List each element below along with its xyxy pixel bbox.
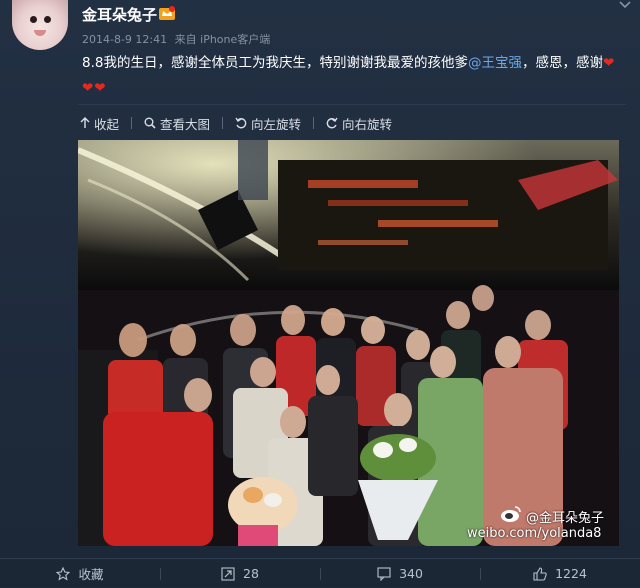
chevron-down-icon[interactable] [618,0,632,10]
favorite-label: 收藏 [78,567,104,582]
forward-button[interactable]: 28 [160,559,320,588]
comment-button[interactable]: 340 [320,559,480,588]
toolbar-separator [313,117,315,129]
image-toolbar: 收起 查看大图 向左旋转 向右旋转 [80,113,404,133]
mention-link[interactable]: @王宝强 [468,55,522,71]
source-prefix: 来自 [174,33,197,46]
birthday-group-photo [78,140,619,546]
rotate-left-button[interactable]: 向左旋转 [235,114,301,133]
like-count: 1224 [555,566,587,581]
post-actions-bar: 收藏 28 340 1224 [0,558,640,588]
forward-icon [221,566,235,581]
avatar-eye [44,16,51,23]
post-photo[interactable] [78,140,619,546]
thumbs-up-icon [533,566,547,581]
rotate-right-icon [326,117,338,129]
post-text: 8.8我的生日，感谢全体员工为我庆生，特别谢谢我最爱的孩他爹@王宝强，感恩，感谢… [82,51,622,101]
magnifier-icon [144,117,156,129]
watermark-username: @金耳朵兔子 [526,511,605,526]
star-icon [56,566,71,581]
like-button[interactable]: 1224 [480,559,640,588]
toolbar-separator [222,117,224,129]
toolbar-separator [131,117,133,129]
watermark-url: weibo.com/yolanda8 [467,526,602,541]
forward-count: 28 [243,566,259,581]
divider [78,104,626,105]
arrow-up-icon [80,117,90,128]
favorite-button[interactable]: 收藏 [0,559,160,588]
post-meta: 2014-8-9 12:41 来自 iPhone客户端 [82,31,274,47]
avatar-eye [30,16,37,23]
username[interactable]: 金耳朵兔子 [82,4,157,25]
comment-icon [377,566,391,581]
rotate-right-button[interactable]: 向右旋转 [326,114,392,133]
rotate-left-icon [235,117,247,129]
comment-count: 340 [399,566,423,581]
rotate-left-label: 向左旋转 [251,116,302,132]
collapse-label: 收起 [94,116,120,132]
post-text-main: 8.8我的生日，感谢全体员工为我庆生，特别谢谢我最爱的孩他爹 [82,55,468,71]
vip-crown-icon[interactable] [158,5,176,21]
weibo-post-card: 金耳朵兔子 2014-8-9 12:41 来自 iPhone客户端 8.8我的生… [0,0,640,587]
post-timestamp[interactable]: 2014-8-9 12:41 [82,33,167,46]
view-large-label: 查看大图 [160,116,211,132]
avatar[interactable] [12,0,68,50]
view-large-button[interactable]: 查看大图 [144,114,210,133]
avatar-mouth [34,30,46,36]
post-text-tail: ，感恩，感谢 [521,55,603,71]
rotate-right-label: 向右旋转 [342,116,393,132]
weibo-logo-icon [501,506,521,522]
post-source[interactable]: iPhone客户端 [200,33,270,46]
collapse-button[interactable]: 收起 [80,114,119,133]
